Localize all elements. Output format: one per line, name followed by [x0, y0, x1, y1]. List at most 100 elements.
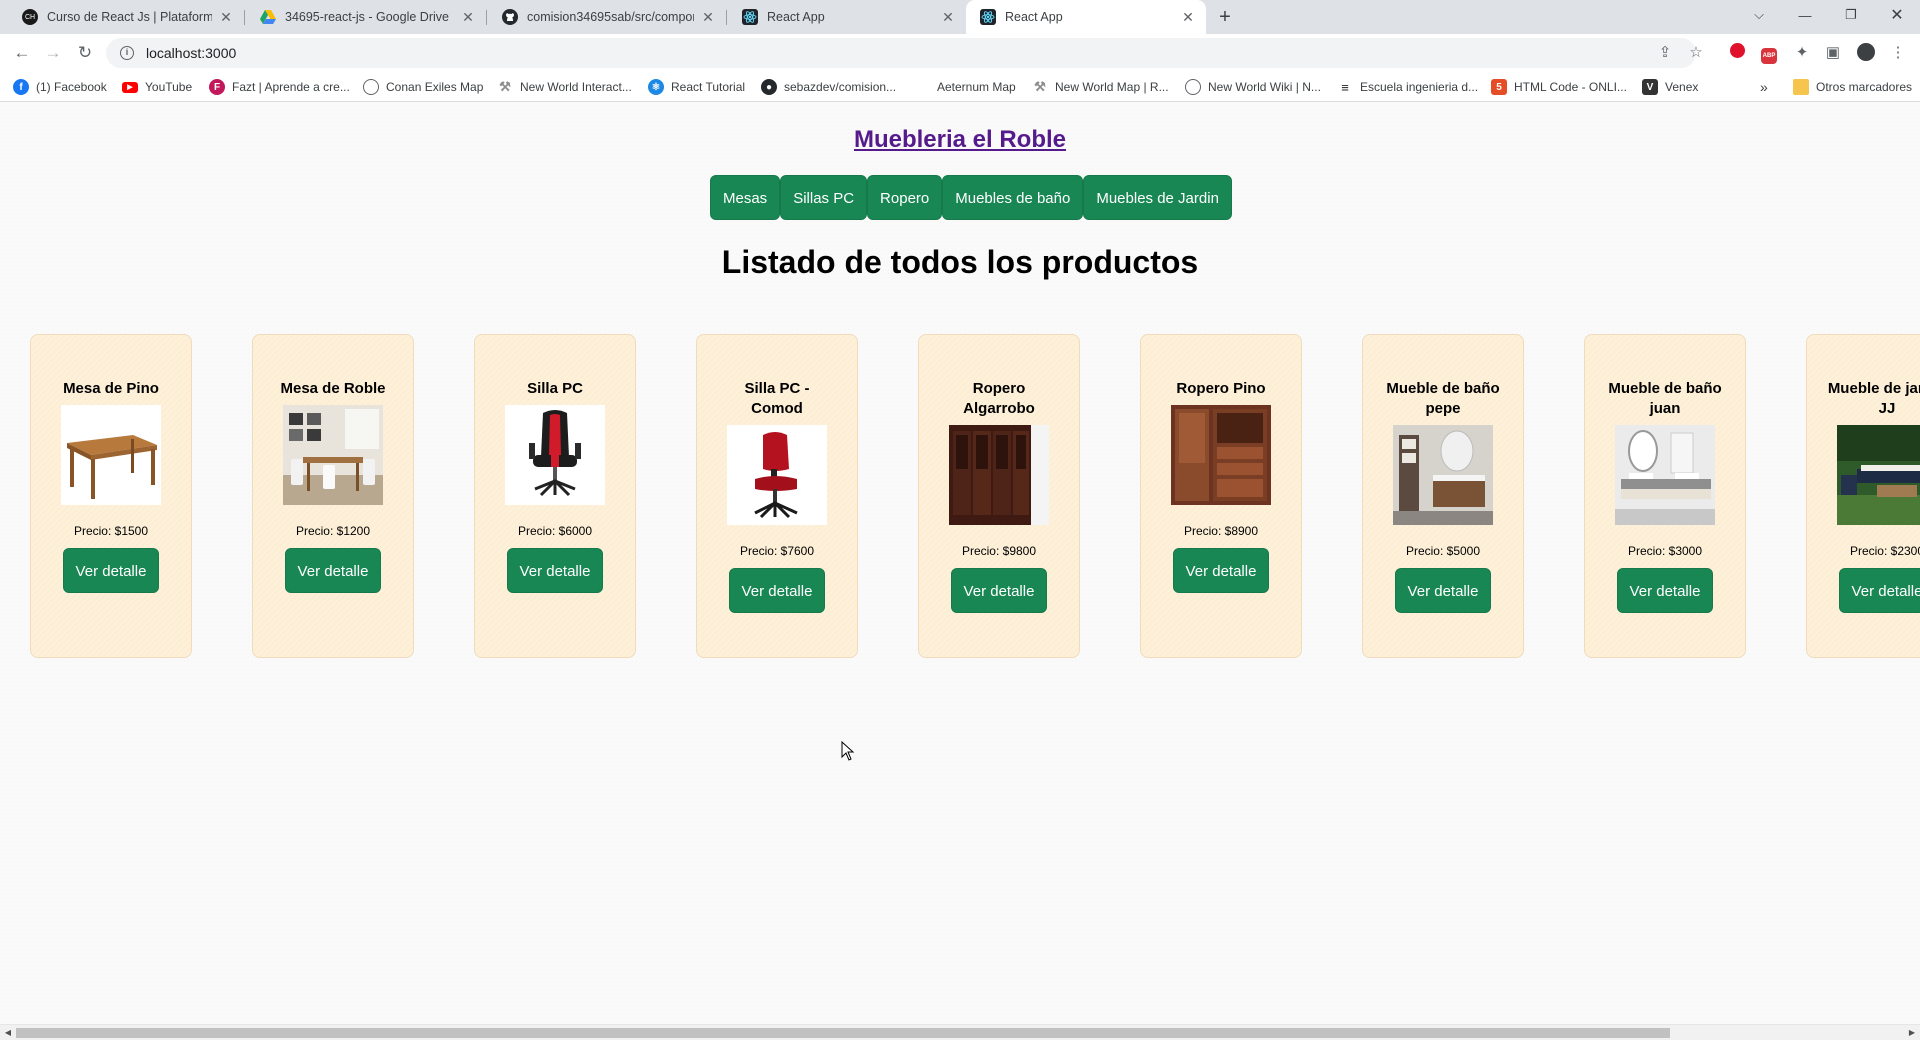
opera-extension-icon[interactable] [1727, 43, 1747, 63]
bookmark-label: Aeternum Map [937, 80, 1016, 94]
html-code-icon: 5 [1491, 79, 1507, 95]
category-button-muebles-bano[interactable]: Muebles de baño [942, 175, 1084, 220]
product-image-dark-wardrobe [949, 425, 1049, 525]
close-icon[interactable]: ✕ [460, 9, 476, 25]
tab-curso-react[interactable]: CH Curso de React Js | Plataforma el... … [8, 0, 244, 34]
close-icon[interactable]: ✕ [940, 9, 956, 25]
bookmark-venex[interactable]: V Venex [1642, 78, 1698, 96]
scrollbar-thumb[interactable] [16, 1028, 1670, 1038]
product-price: Precio: $2300 [1849, 544, 1920, 558]
tab-divider [244, 10, 245, 25]
restore-icon[interactable]: ❐ [1828, 0, 1874, 30]
close-icon[interactable]: ✕ [1180, 9, 1196, 25]
newworld-icon: ⚒ [1034, 79, 1046, 94]
tab-title: 34695-react-js - Google Drive [285, 10, 449, 24]
tab-title: Curso de React Js | Plataforma el... [47, 10, 212, 24]
address-bar[interactable]: i localhost:3000 [106, 38, 1696, 68]
category-button-mesas[interactable]: Mesas [710, 175, 781, 220]
view-detail-button[interactable]: Ver detalle [728, 568, 826, 613]
bookmark-escuela-ingenieria[interactable]: ≡ Escuela ingenieria d... [1337, 78, 1478, 96]
bookmark-new-world-map[interactable]: ⚒ New World Map | R... [1032, 78, 1168, 96]
bookmark-star-icon[interactable]: ☆ [1686, 43, 1706, 63]
tab-search-chevron-icon[interactable]: ⌵ [1736, 0, 1782, 30]
fazt-icon: F [209, 79, 225, 95]
profile-avatar[interactable] [1856, 43, 1876, 63]
product-name: Mesa de Pino [63, 380, 159, 397]
tab-title: comision34695sab/src/compone... [527, 10, 694, 24]
folder-icon [1793, 79, 1809, 95]
toolbar: ← → ↻ i localhost:3000 ⇪ ☆ ABP ✦ ▣ ⋮ [0, 34, 1920, 72]
back-arrow-icon[interactable]: ← [11, 42, 33, 64]
bookmark-label: React Tutorial [671, 80, 746, 94]
horizontal-scrollbar[interactable]: ◀ ▶ [0, 1024, 1920, 1040]
tab-react-app-1[interactable]: React App ✕ [728, 0, 966, 34]
bookmark-label: HTML Code - ONLI... [1514, 80, 1627, 94]
view-detail-button[interactable]: Ver detalle [62, 548, 160, 593]
close-icon[interactable]: ✕ [218, 9, 234, 25]
other-bookmarks-folder[interactable]: Otros marcadores [1793, 78, 1912, 96]
bookmark-react-tutorial[interactable]: ⚛ React Tutorial [648, 78, 745, 96]
view-detail-button[interactable]: Ver detalle [1838, 568, 1920, 613]
product-image-bathroom-sink [1615, 425, 1715, 525]
view-detail-button[interactable]: Ver detalle [1616, 568, 1714, 613]
coder-icon: CH [22, 9, 38, 25]
bookmark-conan-exiles[interactable]: Conan Exiles Map [363, 78, 483, 96]
bookmark-new-world-interactive[interactable]: ⚒ New World Interact... [497, 78, 632, 96]
brand-link[interactable]: Muebleria el Roble [854, 126, 1066, 153]
view-detail-button[interactable]: Ver detalle [506, 548, 604, 593]
newworld-icon: ⚒ [499, 79, 511, 94]
bookmark-sebazdev[interactable]: ● sebazdev/comision... [761, 78, 896, 96]
product-price: Precio: $1200 [295, 524, 371, 538]
bookmark-aeternum-map[interactable]: Aeternum Map [914, 78, 1016, 96]
menu-kebab-icon[interactable]: ⋮ [1888, 43, 1908, 63]
bookmark-label: Conan Exiles Map [386, 80, 484, 94]
minimize-icon[interactable]: — [1782, 0, 1828, 30]
close-window-icon[interactable]: ✕ [1874, 0, 1920, 30]
new-tab-button[interactable]: + [1214, 6, 1236, 28]
reload-icon[interactable]: ↻ [74, 42, 96, 64]
category-button-muebles-jardin[interactable]: Muebles de Jardin [1083, 175, 1232, 220]
product-name: Silla PC [527, 380, 583, 397]
bookmark-facebook[interactable]: f (1) Facebook [13, 78, 107, 96]
adblock-icon[interactable]: ABP [1759, 43, 1779, 64]
tab-github[interactable]: comision34695sab/src/compone... ✕ [488, 0, 726, 34]
extensions-puzzle-icon[interactable]: ✦ [1792, 43, 1812, 63]
product-card: Mueble de baño juan Precio: $3000 Ver de… [1584, 334, 1746, 658]
share-icon[interactable]: ⇪ [1655, 43, 1675, 63]
view-detail-button[interactable]: Ver detalle [1394, 568, 1492, 613]
category-button-ropero[interactable]: Ropero [867, 175, 943, 220]
product-name: Ropero Algarrobo [963, 380, 1035, 417]
bookmark-label: Otros marcadores [1816, 80, 1913, 94]
category-button-sillas-pc[interactable]: Sillas PC [780, 175, 868, 220]
tab-react-app-active[interactable]: React App ✕ [966, 0, 1206, 34]
forward-arrow-icon[interactable]: → [42, 42, 64, 64]
product-price: Precio: $6000 [517, 524, 593, 538]
product-price: Precio: $3000 [1627, 544, 1703, 558]
view-detail-button[interactable]: Ver detalle [950, 568, 1048, 613]
bookmark-html-code[interactable]: 5 HTML Code - ONLI... [1491, 78, 1627, 96]
view-detail-button[interactable]: Ver detalle [1172, 548, 1270, 593]
scroll-right-arrow-icon[interactable]: ▶ [1907, 1028, 1917, 1038]
tab-google-drive[interactable]: 34695-react-js - Google Drive ✕ [246, 0, 486, 34]
bookmark-label: Venex [1665, 80, 1699, 94]
site-header: Muebleria el Roble [0, 126, 1920, 154]
product-price: Precio: $9800 [961, 544, 1037, 558]
facebook-icon: f [13, 79, 29, 95]
bookmark-new-world-wiki[interactable]: New World Wiki | N... [1185, 78, 1321, 96]
product-card: Mesa de Roble Precio: $1200 Ver detalle [252, 334, 414, 658]
product-image-dining-room [283, 405, 383, 505]
more-bookmarks-chevron-icon[interactable]: » [1760, 78, 1768, 96]
view-detail-button[interactable]: Ver detalle [284, 548, 382, 593]
product-price: Precio: $5000 [1405, 544, 1481, 558]
url-text[interactable]: localhost:3000 [146, 45, 236, 61]
bookmark-label: New World Interact... [520, 80, 632, 94]
info-icon[interactable]: i [120, 46, 134, 60]
close-icon[interactable]: ✕ [700, 9, 716, 25]
bookmark-fazt[interactable]: F Fazt | Aprende a cre... [209, 78, 350, 96]
side-panel-icon[interactable]: ▣ [1823, 43, 1843, 63]
bookmark-youtube[interactable]: ▶ YouTube [122, 78, 192, 96]
scroll-left-arrow-icon[interactable]: ◀ [3, 1028, 13, 1038]
tab-title: React App [1005, 10, 1063, 24]
product-card: Mueble de baño pepe Precio: $5000 Ver de… [1362, 334, 1524, 658]
product-card: Silla PC - Comod Precio: $7600 Ver detal… [696, 334, 858, 658]
